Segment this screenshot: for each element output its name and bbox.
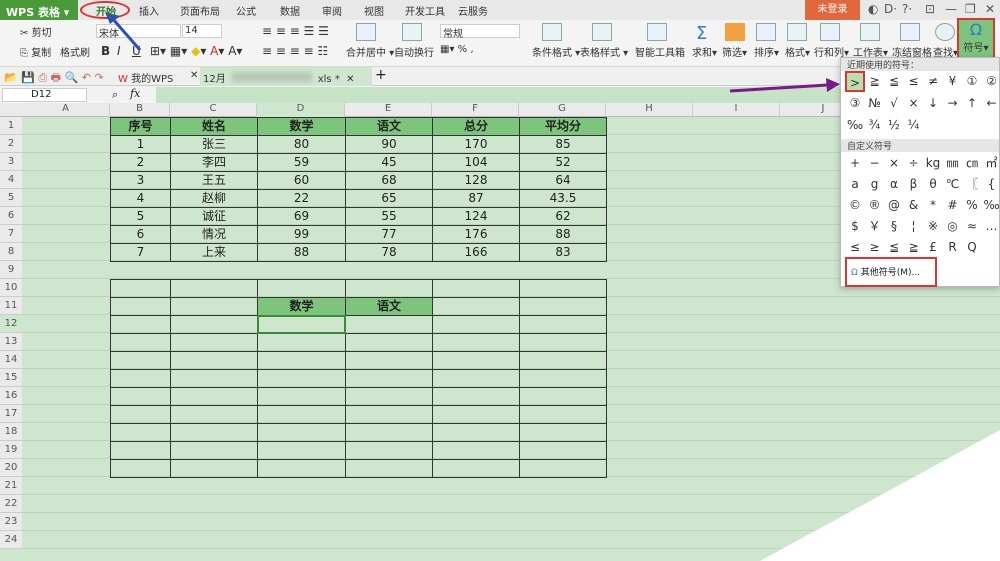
recent-symbol[interactable]: ≠	[923, 71, 943, 92]
tab-5[interactable]: 审阅	[322, 3, 342, 18]
custom-symbol[interactable]: ≧	[904, 237, 924, 258]
recent-symbol[interactable]: ③	[845, 93, 865, 114]
recent-symbol[interactable]: ¾	[865, 115, 885, 136]
custom-symbol[interactable]: ®	[865, 195, 885, 216]
recent-symbol[interactable]: ②	[982, 71, 1000, 92]
custom-symbol[interactable]: a	[845, 174, 865, 195]
custom-symbol[interactable]: ×	[884, 153, 904, 174]
purple-arrow	[729, 83, 829, 93]
custom-symbol[interactable]: ◎	[943, 216, 963, 237]
recent-symbol[interactable]: ①	[962, 71, 982, 92]
custom-symbol[interactable]: %	[962, 195, 982, 216]
recent-symbol[interactable]: ≦	[884, 71, 904, 92]
custom-symbol[interactable]: −	[865, 153, 885, 174]
recent-symbol[interactable]: ½	[884, 115, 904, 136]
more-symbols-label: 其他符号(M)...	[860, 268, 921, 278]
custom-symbols-title: 自定义符号	[841, 139, 999, 152]
custom-symbol[interactable]: Q	[962, 237, 982, 258]
recent-symbol[interactable]: √	[884, 93, 904, 114]
recent-symbols-title: 近期使用的符号：	[841, 58, 999, 71]
tab-1[interactable]: 插入	[139, 3, 159, 18]
recent-symbol[interactable]: >	[845, 71, 865, 92]
recent-symbol[interactable]: ↓	[923, 93, 943, 114]
recent-symbol[interactable]: ≧	[865, 71, 885, 92]
recent-symbol[interactable]: ¥	[943, 71, 963, 92]
custom-symbol[interactable]: +	[845, 153, 865, 174]
custom-symbol[interactable]: #	[943, 195, 963, 216]
custom-symbol[interactable]: R	[943, 237, 963, 258]
recent-symbol[interactable]: ↑	[962, 93, 982, 114]
tab-6[interactable]: 视图	[364, 3, 384, 18]
custom-symbol[interactable]: ≤	[845, 237, 865, 258]
tab-2[interactable]: 页面布局	[180, 3, 220, 18]
custom-symbol[interactable]: g	[865, 174, 885, 195]
custom-symbol[interactable]: …	[982, 216, 1000, 237]
window-control-1[interactable]: D·	[884, 2, 897, 16]
custom-symbol[interactable]: α	[884, 174, 904, 195]
recent-symbol[interactable]: →	[943, 93, 963, 114]
custom-symbol[interactable]: ≦	[884, 237, 904, 258]
tab-0[interactable]: 开始	[96, 3, 116, 18]
symbol-dropdown-panel: 近期使用的符号： > ≧ ≦ ≤ ≠ ¥ ① ② ③ № √ × ↓ → ↑ ← ‰ ¾ ½ ¼ 自定义符号 + − × ÷…	[840, 57, 1000, 287]
custom-symbol[interactable]: ℃	[943, 174, 963, 195]
window-control-4[interactable]: —	[945, 2, 957, 16]
recent-symbol[interactable]: ≤	[904, 71, 924, 92]
omega-icon: Ω	[851, 268, 858, 278]
purple-arrowhead	[826, 78, 840, 92]
recent-symbol[interactable]: ‰	[845, 115, 865, 136]
custom-symbol[interactable]: ©	[845, 195, 865, 216]
custom-symbol[interactable]: ※	[923, 216, 943, 237]
window-control-5[interactable]: ❐	[965, 2, 976, 16]
more-symbols-button[interactable]: Ω 其他符号(M)...	[845, 257, 937, 287]
custom-symbol[interactable]: @	[884, 195, 904, 216]
custom-symbol[interactable]: θ	[923, 174, 943, 195]
recent-symbol[interactable]: №	[865, 93, 885, 114]
custom-symbol[interactable]: 〖	[962, 174, 982, 195]
custom-symbol[interactable]: ‰	[982, 195, 1000, 216]
custom-symbol[interactable]: kg	[923, 153, 943, 174]
custom-symbol[interactable]: *	[923, 195, 943, 216]
tab-7[interactable]: 开发工具	[405, 3, 445, 18]
custom-symbol[interactable]: ¦	[904, 216, 924, 237]
custom-symbol[interactable]: ÷	[904, 153, 924, 174]
custom-symbol[interactable]: ㎝	[962, 153, 982, 174]
window-control-3[interactable]: ⊡	[925, 2, 935, 16]
custom-symbol[interactable]: §	[884, 216, 904, 237]
tab-4[interactable]: 数据	[280, 3, 300, 18]
custom-symbol[interactable]: $	[845, 216, 865, 237]
custom-symbol[interactable]: ㎜	[943, 153, 963, 174]
recent-symbol[interactable]: ¼	[904, 115, 924, 136]
custom-symbol[interactable]: ㎡	[982, 153, 1000, 174]
custom-symbol[interactable]: {	[982, 174, 1000, 195]
recent-symbol[interactable]: ×	[904, 93, 924, 114]
window-control-6[interactable]: ✕	[985, 2, 995, 16]
tab-3[interactable]: 公式	[236, 3, 256, 18]
custom-symbol[interactable]: β	[904, 174, 924, 195]
custom-symbol[interactable]: &	[904, 195, 924, 216]
page-corner	[760, 430, 1000, 561]
recent-symbol[interactable]: ←	[982, 93, 1000, 114]
window-control-0[interactable]: ◐	[868, 2, 878, 16]
window-control-2[interactable]: ?·	[902, 2, 912, 16]
tab-8[interactable]: 云服务	[458, 3, 488, 18]
custom-symbol[interactable]: ￥	[865, 216, 885, 237]
custom-symbol[interactable]: ≥	[865, 237, 885, 258]
custom-symbol[interactable]: ≈	[962, 216, 982, 237]
custom-symbol[interactable]: £	[923, 237, 943, 258]
blue-arrow	[110, 17, 142, 51]
